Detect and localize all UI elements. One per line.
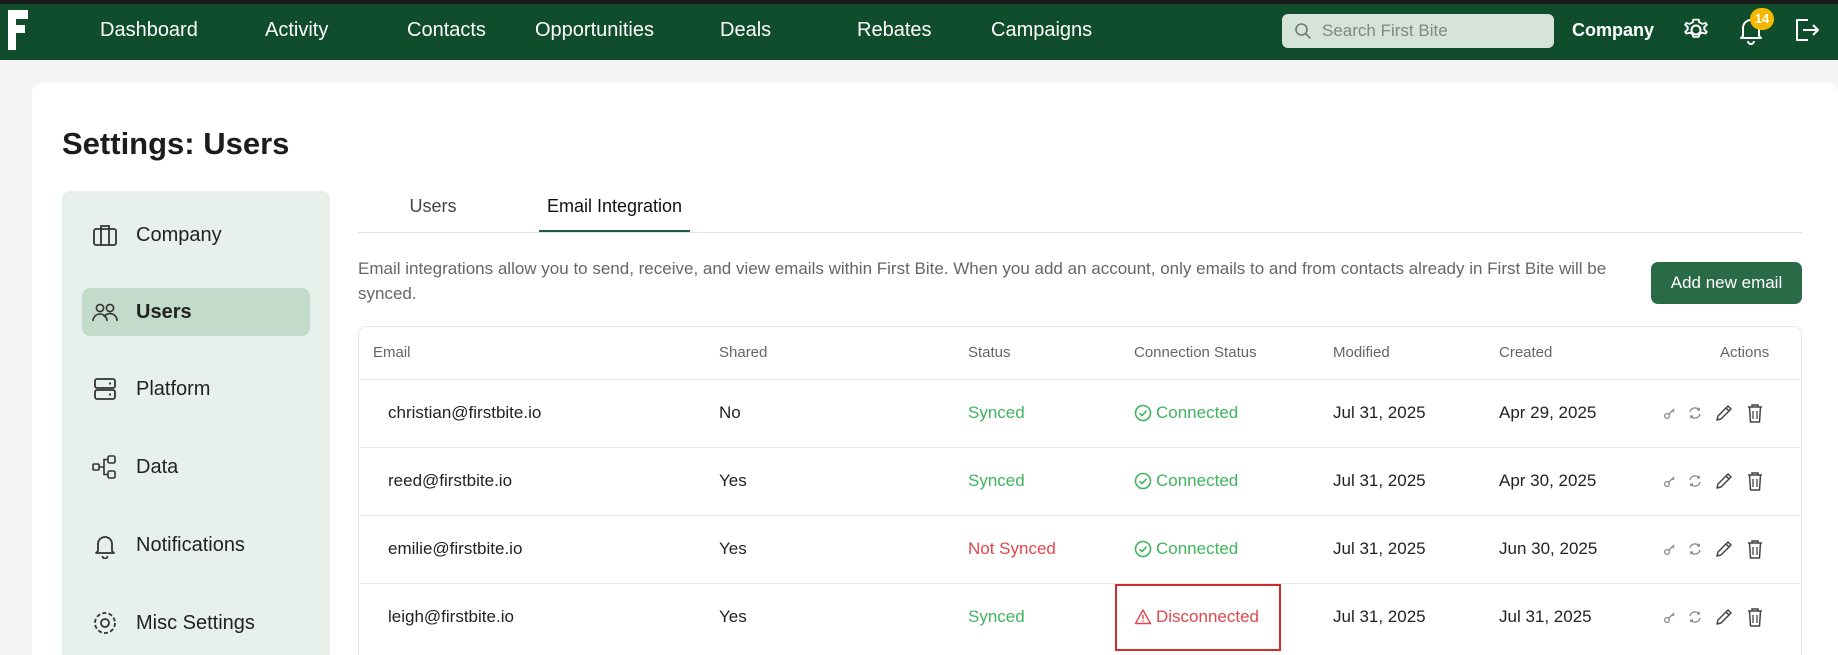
sidebar-item-notifications[interactable]: Notifications	[82, 521, 310, 569]
row-modified: Jul 31, 2025	[1333, 471, 1426, 490]
row-actions	[1663, 470, 1765, 492]
row-shared: Yes	[719, 539, 747, 558]
data-flow-icon	[90, 452, 120, 482]
sidebar-item-label: Misc Settings	[136, 611, 255, 634]
page-title-prefix: Settings:	[62, 126, 204, 161]
search-input[interactable]	[1322, 21, 1542, 41]
row-actions	[1663, 538, 1765, 560]
row-created: Jul 31, 2025	[1499, 607, 1592, 626]
row-status: Not Synced	[968, 539, 1056, 558]
row-modified: Jul 31, 2025	[1333, 539, 1426, 558]
nav-campaigns[interactable]: Campaigns	[991, 0, 1092, 60]
briefcase-icon	[90, 220, 120, 250]
search-icon	[1295, 23, 1311, 39]
key-icon[interactable]	[1663, 610, 1677, 624]
sidebar-item-label: Platform	[136, 377, 211, 400]
row-shared: No	[719, 403, 741, 422]
bell-icon	[90, 530, 120, 560]
add-new-email-button[interactable]: Add new email	[1651, 262, 1802, 304]
edit-pencil-icon[interactable]	[1713, 606, 1735, 628]
nav-deals[interactable]: Deals	[720, 0, 771, 60]
company-link[interactable]: Company	[1572, 0, 1654, 60]
row-connection-status: Connected	[1134, 403, 1238, 423]
check-circle-icon	[1134, 472, 1152, 490]
column-header-created[interactable]: Created	[1499, 344, 1552, 361]
column-header-modified[interactable]: Modified	[1333, 344, 1390, 361]
search-box[interactable]	[1282, 14, 1554, 48]
notification-count-badge: 14	[1750, 8, 1774, 30]
trash-icon[interactable]	[1745, 470, 1765, 492]
users-icon	[90, 297, 120, 327]
edit-pencil-icon[interactable]	[1713, 538, 1735, 560]
sync-icon[interactable]	[1687, 541, 1703, 557]
column-header-shared[interactable]: Shared	[719, 344, 767, 361]
edit-pencil-icon[interactable]	[1713, 402, 1735, 424]
trash-icon[interactable]	[1745, 538, 1765, 560]
row-email: reed@firstbite.io	[388, 471, 513, 490]
column-header-status[interactable]: Status	[968, 344, 1011, 361]
key-icon[interactable]	[1663, 406, 1677, 420]
sync-icon[interactable]	[1687, 609, 1703, 625]
first-bite-logo[interactable]	[6, 8, 30, 52]
row-status: Synced	[968, 471, 1025, 490]
connection-status-label: Connected	[1156, 539, 1239, 558]
tab-users[interactable]: Users	[390, 196, 476, 232]
row-created: Jun 30, 2025	[1499, 539, 1598, 558]
settings-sidebar: Company Users Platform Data Notification…	[62, 191, 330, 655]
sidebar-item-label: Data	[136, 455, 179, 478]
tab-divider	[358, 232, 1802, 233]
nav-dashboard[interactable]: Dashboard	[100, 0, 198, 60]
row-created: Apr 30, 2025	[1499, 471, 1597, 490]
nav-rebates[interactable]: Rebates	[857, 0, 932, 60]
logout-icon[interactable]	[1790, 14, 1822, 46]
nav-opportunities[interactable]: Opportunities	[535, 0, 654, 60]
sidebar-item-label: Notifications	[136, 533, 245, 556]
row-email: emilie@firstbite.io	[388, 539, 523, 558]
row-connection-status: Connected	[1134, 471, 1238, 491]
key-icon[interactable]	[1663, 474, 1677, 488]
column-header-email[interactable]: Email	[373, 344, 411, 361]
sidebar-item-label: Company	[136, 223, 222, 246]
page-title-section: Users	[203, 126, 290, 161]
sync-icon[interactable]	[1687, 473, 1703, 489]
column-header-actions: Actions	[1720, 344, 1770, 361]
sync-icon[interactable]	[1687, 405, 1703, 421]
sidebar-item-users[interactable]: Users	[82, 288, 310, 336]
email-integration-description: Email integrations allow you to send, re…	[358, 259, 1607, 303]
check-circle-icon	[1134, 540, 1152, 558]
sidebar-item-misc-settings[interactable]: Misc Settings	[82, 599, 310, 647]
sidebar-item-data[interactable]: Data	[82, 443, 310, 491]
edit-pencil-icon[interactable]	[1713, 470, 1735, 492]
row-shared: Yes	[719, 607, 747, 626]
server-icon	[90, 374, 120, 404]
row-actions	[1663, 606, 1765, 628]
column-header-connection-status[interactable]: Connection Status	[1134, 344, 1257, 361]
gear-icon	[90, 608, 120, 638]
connection-status-label: Connected	[1156, 471, 1239, 490]
sidebar-item-label: Users	[136, 300, 192, 323]
row-email: christian@firstbite.io	[388, 403, 542, 422]
page-title: Settings: Users	[62, 126, 289, 162]
sidebar-item-company[interactable]: Company	[82, 211, 310, 259]
trash-icon[interactable]	[1745, 606, 1765, 628]
row-shared: Yes	[719, 471, 747, 490]
nav-contacts[interactable]: Contacts	[407, 0, 486, 60]
row-created: Apr 29, 2025	[1499, 403, 1597, 422]
row-actions	[1663, 402, 1765, 424]
disconnected-highlight-box	[1115, 584, 1281, 651]
row-status: Synced	[968, 607, 1025, 626]
settings-gear-icon[interactable]	[1680, 14, 1712, 46]
row-connection-status: Connected	[1134, 539, 1238, 559]
row-modified: Jul 31, 2025	[1333, 607, 1426, 626]
check-circle-icon	[1134, 404, 1152, 422]
row-email: leigh@firstbite.io	[388, 607, 514, 626]
row-modified: Jul 31, 2025	[1333, 403, 1426, 422]
key-icon[interactable]	[1663, 542, 1677, 556]
tab-email-integration[interactable]: Email Integration	[539, 196, 690, 232]
nav-activity[interactable]: Activity	[265, 0, 328, 60]
connection-status-label: Connected	[1156, 403, 1239, 422]
sidebar-item-platform[interactable]: Platform	[82, 365, 310, 413]
trash-icon[interactable]	[1745, 402, 1765, 424]
row-status: Synced	[968, 403, 1025, 422]
